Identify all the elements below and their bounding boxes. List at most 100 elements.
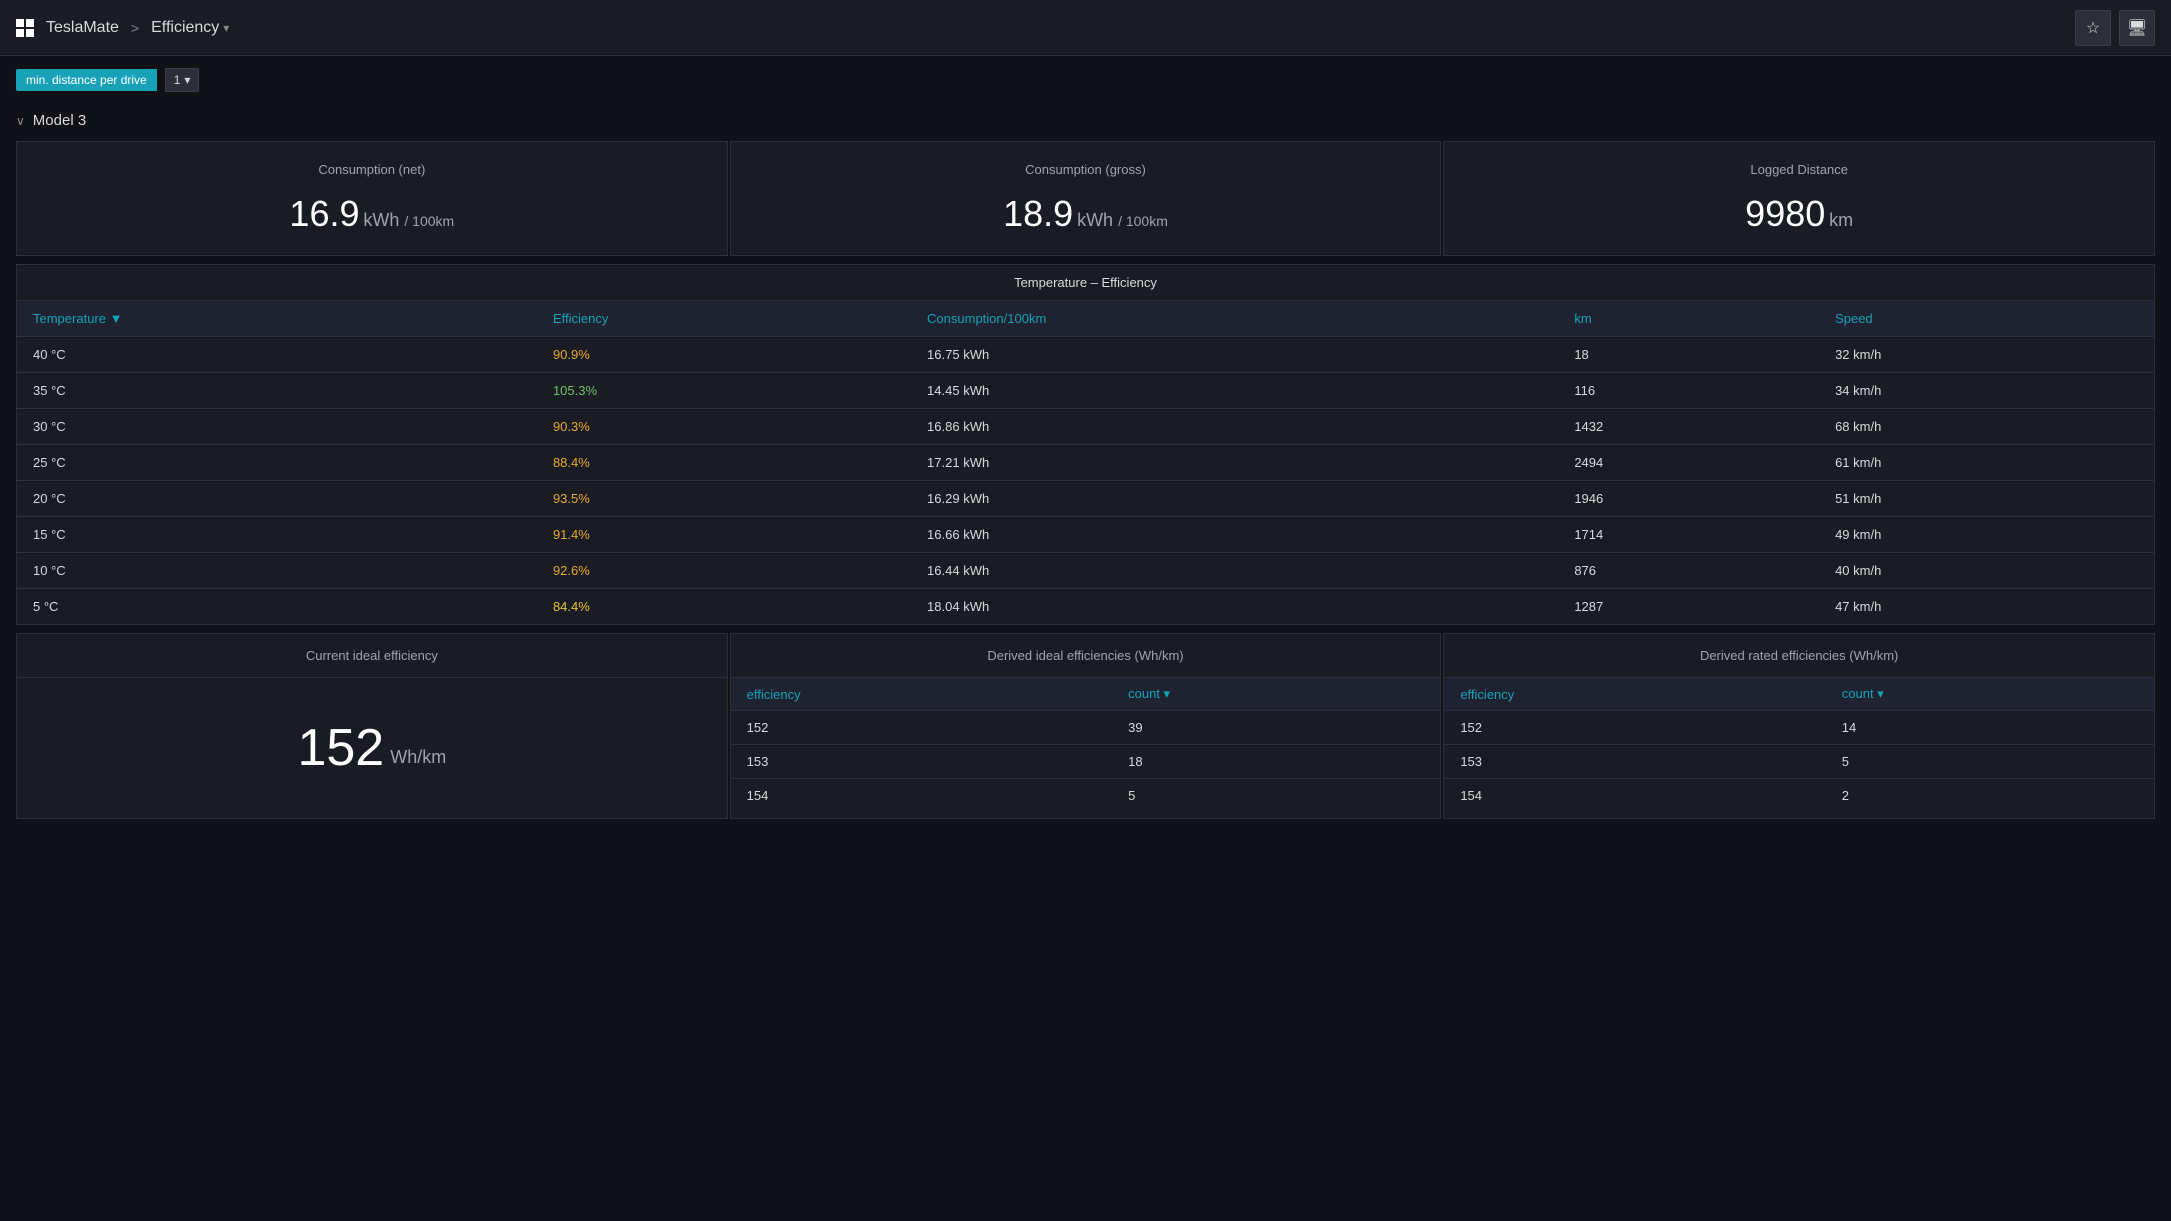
topbar-actions: ☆ 🖥 <box>2075 10 2155 46</box>
col-speed[interactable]: Speed <box>1819 301 2154 337</box>
logged-distance-value: 9980 <box>1745 193 1825 234</box>
cell-ideal-count: 5 <box>1112 779 1440 813</box>
filter-label[interactable]: min. distance per drive <box>16 69 157 91</box>
consumption-gross-per: / 100km <box>1118 213 1168 229</box>
cell-efficiency: 91.4% <box>537 517 911 553</box>
cell-rated-count: 14 <box>1826 711 2154 745</box>
cell-rated-count: 5 <box>1826 745 2154 779</box>
consumption-gross-value: 18.9 <box>1003 193 1073 234</box>
toolbar: min. distance per drive 1 ▾ <box>0 56 2171 104</box>
filter-value-dropdown[interactable]: 1 ▾ <box>165 68 200 92</box>
app-name[interactable]: TeslaMate <box>46 19 119 37</box>
derived-ideal-card: Derived ideal efficiencies (Wh/km) effic… <box>730 633 1442 819</box>
cell-efficiency: 105.3% <box>537 373 911 409</box>
consumption-net-card: Consumption (net) 16.9 kWh / 100km <box>16 141 728 256</box>
derived-rated-title: Derived rated efficiencies (Wh/km) <box>1444 634 2154 678</box>
cell-km: 116 <box>1558 373 1819 409</box>
page-title-dropdown-icon: ▾ <box>223 21 229 35</box>
derived-rated-header: efficiency count ▾ <box>1444 678 2154 711</box>
col-efficiency[interactable]: Efficiency <box>537 301 911 337</box>
monitor-icon: 🖥 <box>2127 18 2147 38</box>
table-row: 10 °C 92.6% 16.44 kWh 876 40 km/h <box>17 553 2154 589</box>
section-model: ∨ Model 3 <box>0 104 2171 137</box>
list-item: 154 5 <box>731 779 1441 813</box>
col-rated-efficiency[interactable]: efficiency <box>1444 678 1825 711</box>
consumption-gross-unit: kWh <box>1077 210 1118 230</box>
collapse-icon[interactable]: ∨ <box>16 114 25 128</box>
cell-rated-count: 2 <box>1826 779 2154 813</box>
col-km[interactable]: km <box>1558 301 1819 337</box>
filter-dropdown-arrow: ▾ <box>184 73 190 87</box>
cell-temperature: 35 °C <box>17 373 537 409</box>
rated-count-sort-icon: ▾ <box>1877 686 1884 701</box>
consumption-net-unit: kWh <box>363 210 404 230</box>
list-item: 154 2 <box>1444 779 2154 813</box>
col-ideal-count[interactable]: count ▾ <box>1112 678 1440 711</box>
cell-temperature: 20 °C <box>17 481 537 517</box>
page-title[interactable]: Efficiency ▾ <box>151 19 229 37</box>
cell-efficiency: 84.4% <box>537 589 911 625</box>
current-efficiency-unit: Wh/km <box>390 747 446 778</box>
breadcrumb-separator: > <box>131 20 139 36</box>
col-ideal-efficiency[interactable]: efficiency <box>731 678 1112 711</box>
cell-speed: 61 km/h <box>1819 445 2154 481</box>
cell-speed: 49 km/h <box>1819 517 2154 553</box>
cell-consumption: 16.86 kWh <box>911 409 1558 445</box>
cell-ideal-count: 39 <box>1112 711 1440 745</box>
cell-ideal-eff: 154 <box>731 779 1112 813</box>
cell-speed: 40 km/h <box>1819 553 2154 589</box>
consumption-gross-title: Consumption (gross) <box>755 162 1417 177</box>
cell-efficiency: 88.4% <box>537 445 911 481</box>
derived-ideal-header: efficiency count ▾ <box>731 678 1441 711</box>
cell-consumption: 16.66 kWh <box>911 517 1558 553</box>
cell-consumption: 16.29 kWh <box>911 481 1558 517</box>
cell-temperature: 10 °C <box>17 553 537 589</box>
cell-consumption: 16.75 kWh <box>911 337 1558 373</box>
temperature-table: Temperature ▼ Efficiency Consumption/100… <box>17 301 2154 624</box>
table-row: 35 °C 105.3% 14.45 kWh 116 34 km/h <box>17 373 2154 409</box>
cell-km: 1432 <box>1558 409 1819 445</box>
cell-km: 2494 <box>1558 445 1819 481</box>
cell-rated-eff: 154 <box>1444 779 1825 813</box>
table-row: 30 °C 90.3% 16.86 kWh 1432 68 km/h <box>17 409 2154 445</box>
col-temperature[interactable]: Temperature ▼ <box>17 301 537 337</box>
cell-speed: 34 km/h <box>1819 373 2154 409</box>
cell-consumption: 14.45 kWh <box>911 373 1558 409</box>
cell-temperature: 25 °C <box>17 445 537 481</box>
logged-distance-unit: km <box>1829 210 1853 230</box>
sort-icon-temperature: ▼ <box>110 311 123 326</box>
cell-ideal-eff: 152 <box>731 711 1112 745</box>
page-title-label: Efficiency <box>151 19 219 37</box>
derived-ideal-table: efficiency count ▾ 152 39 153 18 154 5 <box>731 678 1441 812</box>
filter-value-text: 1 <box>174 73 181 87</box>
cell-ideal-eff: 153 <box>731 745 1112 779</box>
table-row: 25 °C 88.4% 17.21 kWh 2494 61 km/h <box>17 445 2154 481</box>
cell-speed: 32 km/h <box>1819 337 2154 373</box>
topbar: TeslaMate > Efficiency ▾ ☆ 🖥 <box>0 0 2171 56</box>
ideal-count-sort-icon: ▾ <box>1164 686 1171 701</box>
current-efficiency-value-container: 152 Wh/km <box>17 678 727 818</box>
star-icon: ☆ <box>2086 18 2100 38</box>
cell-temperature: 30 °C <box>17 409 537 445</box>
consumption-net-per: / 100km <box>404 213 454 229</box>
consumption-net-value: 16.9 <box>289 193 359 234</box>
app-logo <box>16 19 34 37</box>
model-label: Model 3 <box>33 112 86 129</box>
cell-km: 18 <box>1558 337 1819 373</box>
col-consumption[interactable]: Consumption/100km <box>911 301 1558 337</box>
table-row: 15 °C 91.4% 16.66 kWh 1714 49 km/h <box>17 517 2154 553</box>
stats-row: Consumption (net) 16.9 kWh / 100km Consu… <box>16 141 2155 256</box>
cell-temperature: 40 °C <box>17 337 537 373</box>
star-button[interactable]: ☆ <box>2075 10 2111 46</box>
consumption-gross-card: Consumption (gross) 18.9 kWh / 100km <box>730 141 1442 256</box>
monitor-button[interactable]: 🖥 <box>2119 10 2155 46</box>
col-rated-count[interactable]: count ▾ <box>1826 678 2154 711</box>
list-item: 153 5 <box>1444 745 2154 779</box>
cell-efficiency: 93.5% <box>537 481 911 517</box>
derived-ideal-title: Derived ideal efficiencies (Wh/km) <box>731 634 1441 678</box>
cell-km: 1946 <box>1558 481 1819 517</box>
derived-rated-table: efficiency count ▾ 152 14 153 5 154 2 <box>1444 678 2154 812</box>
list-item: 152 39 <box>731 711 1441 745</box>
bottom-row: Current ideal efficiency 152 Wh/km Deriv… <box>16 633 2155 819</box>
cell-rated-eff: 152 <box>1444 711 1825 745</box>
